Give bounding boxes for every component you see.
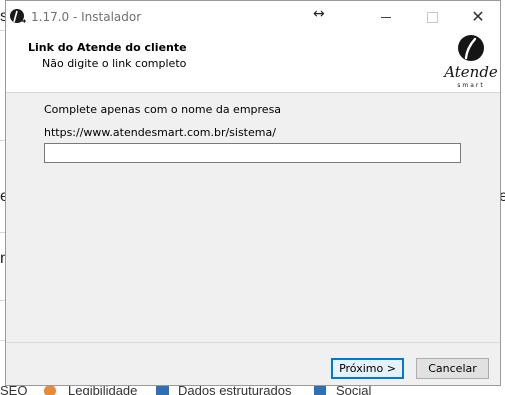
page-title: Link do Atende do cliente <box>28 41 187 54</box>
url-prefix-label: https://www.atendesmart.com.br/sistema/ <box>44 126 276 139</box>
installer-window: 1.17.0 - Instalador ↔ ✕ Link do Atende d… <box>5 0 501 386</box>
page-subtitle: Não digite o link completo <box>42 57 187 70</box>
company-name-input[interactable] <box>44 143 461 163</box>
minimize-icon <box>381 16 391 18</box>
resize-arrows-icon: ↔ <box>313 6 325 22</box>
maximize-button <box>409 1 455 33</box>
background-tab-dados: Dados estruturados <box>178 385 292 395</box>
next-button[interactable]: Próximo > <box>331 358 404 379</box>
minimize-button[interactable] <box>363 1 409 33</box>
structured-data-icon <box>156 386 169 395</box>
background-tab-social: Social <box>336 385 372 395</box>
window-title: 1.17.0 - Instalador <box>31 10 142 24</box>
logo-text: Atende <box>442 63 498 81</box>
cancel-button[interactable]: Cancelar <box>416 358 489 379</box>
readability-icon <box>44 385 56 395</box>
atende-smart-logo: Atende smart <box>442 35 498 89</box>
background-tab-bar: SEO Legibilidade Dados estruturados Soci… <box>0 385 505 395</box>
instruction-label: Complete apenas com o nome da empresa <box>44 103 282 116</box>
background-tab-seo: SEO <box>0 385 28 395</box>
app-icon <box>10 9 27 23</box>
footer-divider <box>6 342 500 343</box>
logo-subtext: smart <box>457 82 484 89</box>
wizard-header: Link do Atende do cliente Não digite o l… <box>6 34 500 93</box>
background-tab-legibilidade: Legibilidade <box>68 385 138 395</box>
title-bar[interactable]: 1.17.0 - Instalador ↔ ✕ <box>6 1 500 34</box>
close-icon: ✕ <box>471 7 485 26</box>
maximize-icon <box>426 11 438 23</box>
share-icon <box>314 385 326 395</box>
close-button[interactable]: ✕ <box>455 1 501 33</box>
